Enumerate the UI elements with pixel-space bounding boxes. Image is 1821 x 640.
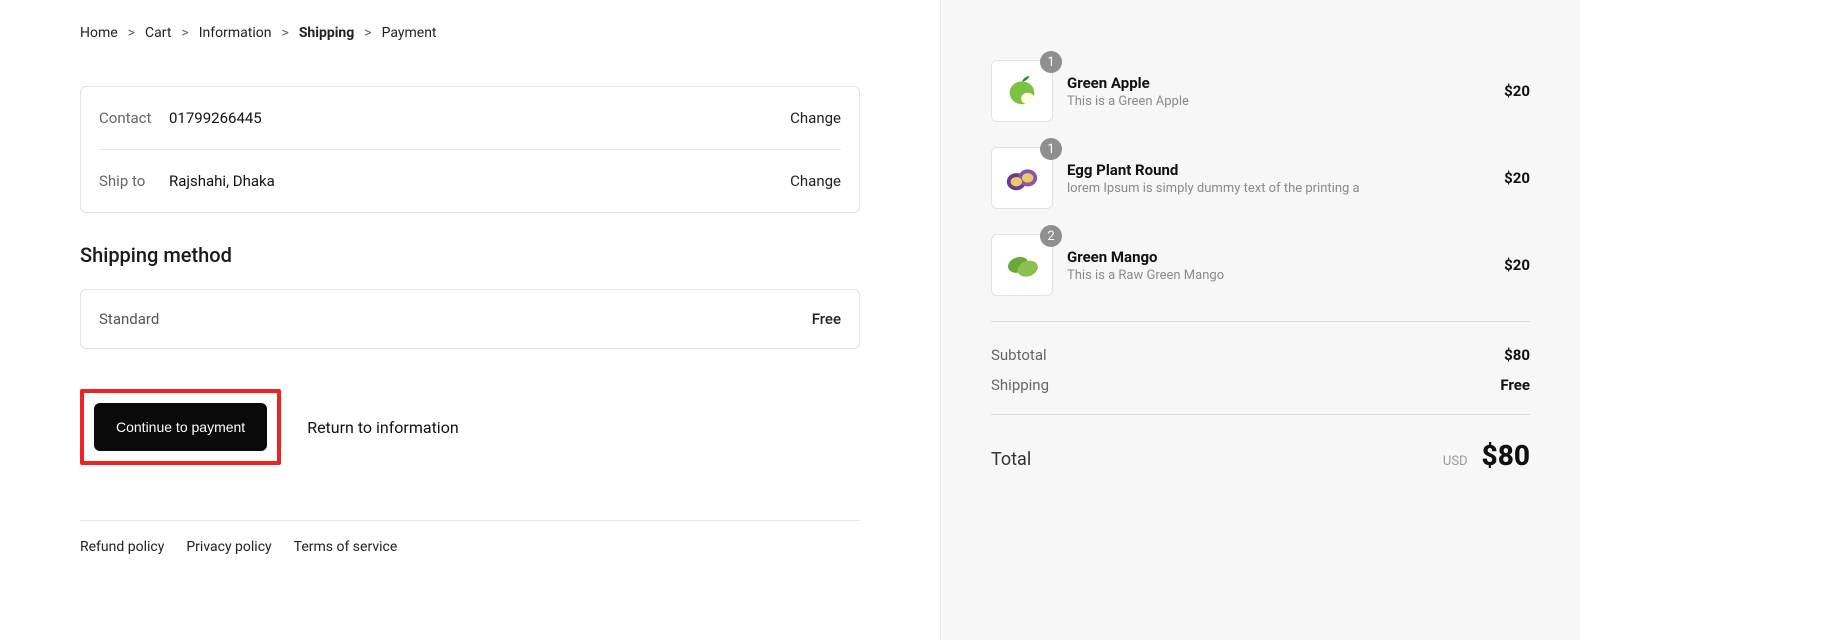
contact-label: Contact [99,109,169,127]
quantity-badge: 1 [1040,138,1062,160]
product-thumbnail: 2 [991,234,1053,296]
cart-item: 1 Green Apple This is a Green Apple $20 [991,60,1530,122]
product-price: $20 [1504,169,1530,187]
grand-total-row: Total USD $80 [991,414,1530,472]
product-description: This is a Green Apple [1067,94,1490,109]
quantity-badge: 2 [1040,225,1062,247]
currency-label: USD [1443,454,1468,469]
method-name: Standard [99,310,159,328]
product-thumbnail: 1 [991,147,1053,209]
summary-row-contact: Contact 01799266445 Change [99,87,841,149]
shipping-value: Free [1500,376,1530,394]
breadcrumb-payment[interactable]: Payment [382,25,437,41]
shipping-method-title: Shipping method [80,243,860,267]
footer-links: Refund policy Privacy policy Terms of se… [80,520,860,555]
method-price: Free [812,310,841,328]
continue-to-payment-button[interactable]: Continue to payment [94,403,267,451]
contact-change-link[interactable]: Change [790,109,841,127]
product-thumbnail: 1 [991,60,1053,122]
total-value: $80 [1482,439,1530,472]
breadcrumb-sep: > [128,25,135,41]
privacy-policy-link[interactable]: Privacy policy [186,539,271,555]
actions-row: Continue to payment Return to informatio… [80,389,860,465]
shipto-change-link[interactable]: Change [790,172,841,190]
product-name: Green Apple [1067,74,1490,92]
product-price: $20 [1504,256,1530,274]
breadcrumb-sep: > [181,25,188,41]
breadcrumb-sep: > [281,25,288,41]
shipping-row: Shipping Free [991,370,1530,400]
total-label: Total [991,449,1031,470]
return-to-information-link[interactable]: Return to information [307,418,458,437]
mango-icon [1003,244,1041,286]
highlight-box: Continue to payment [80,389,281,465]
shipto-value: Rajshahi, Dhaka [169,172,790,190]
product-description: lorem Ipsum is simply dummy text of the … [1067,181,1490,196]
subtotal-row: Subtotal $80 [991,340,1530,370]
subtotal-value: $80 [1504,346,1530,364]
quantity-badge: 1 [1040,51,1062,73]
cart-item: 2 Green Mango This is a Raw Green Mango … [991,234,1530,296]
shipping-method-option[interactable]: Standard Free [80,289,860,349]
eggplant-icon [1003,157,1041,199]
refund-policy-link[interactable]: Refund policy [80,539,164,555]
totals-section: Subtotal $80 Shipping Free Total USD $80 [991,321,1530,472]
terms-of-service-link[interactable]: Terms of service [294,539,398,555]
summary-row-shipto: Ship to Rajshahi, Dhaka Change [99,149,841,212]
breadcrumb-shipping: Shipping [299,25,354,41]
breadcrumb-information[interactable]: Information [199,25,272,41]
product-price: $20 [1504,82,1530,100]
subtotal-label: Subtotal [991,346,1047,364]
product-name: Egg Plant Round [1067,161,1490,179]
shipping-label: Shipping [991,376,1049,394]
apple-icon [1003,70,1041,112]
product-name: Green Mango [1067,248,1490,266]
product-description: This is a Raw Green Mango [1067,268,1490,283]
shipto-label: Ship to [99,172,169,190]
cart-item: 1 Egg Plant Round lorem Ipsum is simply … [991,147,1530,209]
contact-value: 01799266445 [169,109,790,127]
breadcrumb-cart[interactable]: Cart [145,25,171,41]
breadcrumb: Home > Cart > Information > Shipping > P… [80,25,860,41]
breadcrumb-sep: > [364,25,371,41]
order-summary-panel: 1 Green Apple This is a Green Apple $20 … [940,0,1580,640]
summary-box: Contact 01799266445 Change Ship to Rajsh… [80,86,860,213]
breadcrumb-home[interactable]: Home [80,25,118,41]
